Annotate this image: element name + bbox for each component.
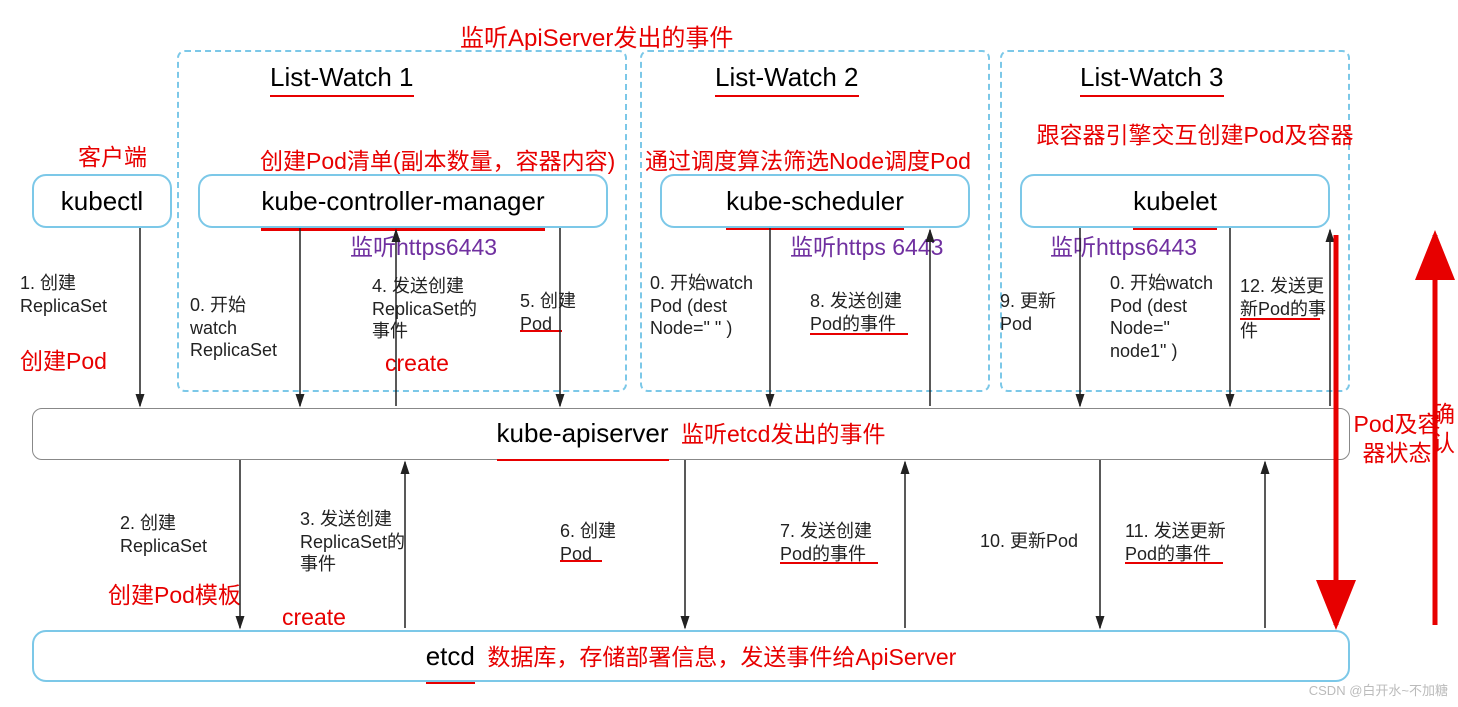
annot-create2: create: [282, 604, 346, 631]
apiserver-box: kube-apiserver 监听etcd发出的事件: [32, 408, 1350, 460]
title-top: 监听ApiServer发出的事件: [460, 18, 733, 53]
kcm-box: kube-controller-manager: [198, 174, 608, 228]
step-0a: 0. 开始watch ReplicaSet: [190, 294, 290, 362]
step-3: 3. 发送创建ReplicaSet的事件: [300, 508, 420, 576]
listen-2: 监听https 6443: [790, 228, 943, 262]
step-10: 10. 更新Pod: [980, 530, 1090, 553]
step-1: 1. 创建ReplicaSet: [20, 272, 120, 317]
kubectl-box: kubectl: [32, 174, 172, 228]
scheduler-desc: 通过调度算法筛选Node调度Pod: [645, 142, 971, 176]
diagram-root: 监听ApiServer发出的事件 List-Watch 1 List-Watch…: [0, 0, 1458, 707]
step-6: 6. 创建Pod: [560, 520, 640, 565]
step6-underline: [560, 560, 602, 562]
step7-underline: [780, 562, 878, 564]
step-0c: 0. 开始watch Pod (dest Node=" node1" ): [1110, 272, 1220, 362]
listwatch-2-label: List-Watch 2: [715, 62, 859, 97]
step8-underline: [810, 333, 908, 335]
step-11: 11. 发送更新Pod的事件: [1125, 520, 1245, 565]
kubelet-desc: 跟容器引擎交互创建Pod及容器: [1035, 122, 1355, 150]
step-0b: 0. 开始watch Pod (dest Node=" " ): [650, 272, 760, 340]
kcm-desc: 创建Pod清单(副本数量，容器内容): [260, 142, 615, 176]
annot-createpod-top: 创建Pod: [20, 342, 107, 376]
step-2: 2. 创建ReplicaSet: [120, 512, 230, 557]
kubelet-box: kubelet: [1020, 174, 1330, 228]
side-confirm: 确认: [1432, 400, 1456, 458]
step-12: 12. 发送更新Pod的事件: [1240, 275, 1330, 343]
step5-underline: [520, 330, 562, 332]
listwatch-1-label: List-Watch 1: [270, 62, 414, 97]
step-9: 9. 更新Pod: [1000, 290, 1080, 335]
step-8: 8. 发送创建Pod的事件: [810, 290, 920, 335]
etcd-box: etcd 数据库，存储部署信息，发送事件给ApiServer: [32, 630, 1350, 682]
step11-underline: [1125, 562, 1223, 564]
client-label: 客户端: [78, 138, 147, 172]
listwatch-3-label: List-Watch 3: [1080, 62, 1224, 97]
annot-create1: create: [385, 350, 449, 377]
step-4: 4. 发送创建ReplicaSet的事件: [372, 275, 492, 343]
annot-tpl: 创建Pod模板: [108, 576, 241, 610]
scheduler-box: kube-scheduler: [660, 174, 970, 228]
watermark: CSDN @白开水~不加糖: [1309, 680, 1448, 699]
listen-1: 监听https6443: [350, 228, 497, 262]
side-pod-status: Pod及容器状态: [1352, 410, 1442, 468]
step12-underline: [1240, 318, 1320, 320]
listen-3: 监听https6443: [1050, 228, 1197, 262]
step-7: 7. 发送创建Pod的事件: [780, 520, 890, 565]
